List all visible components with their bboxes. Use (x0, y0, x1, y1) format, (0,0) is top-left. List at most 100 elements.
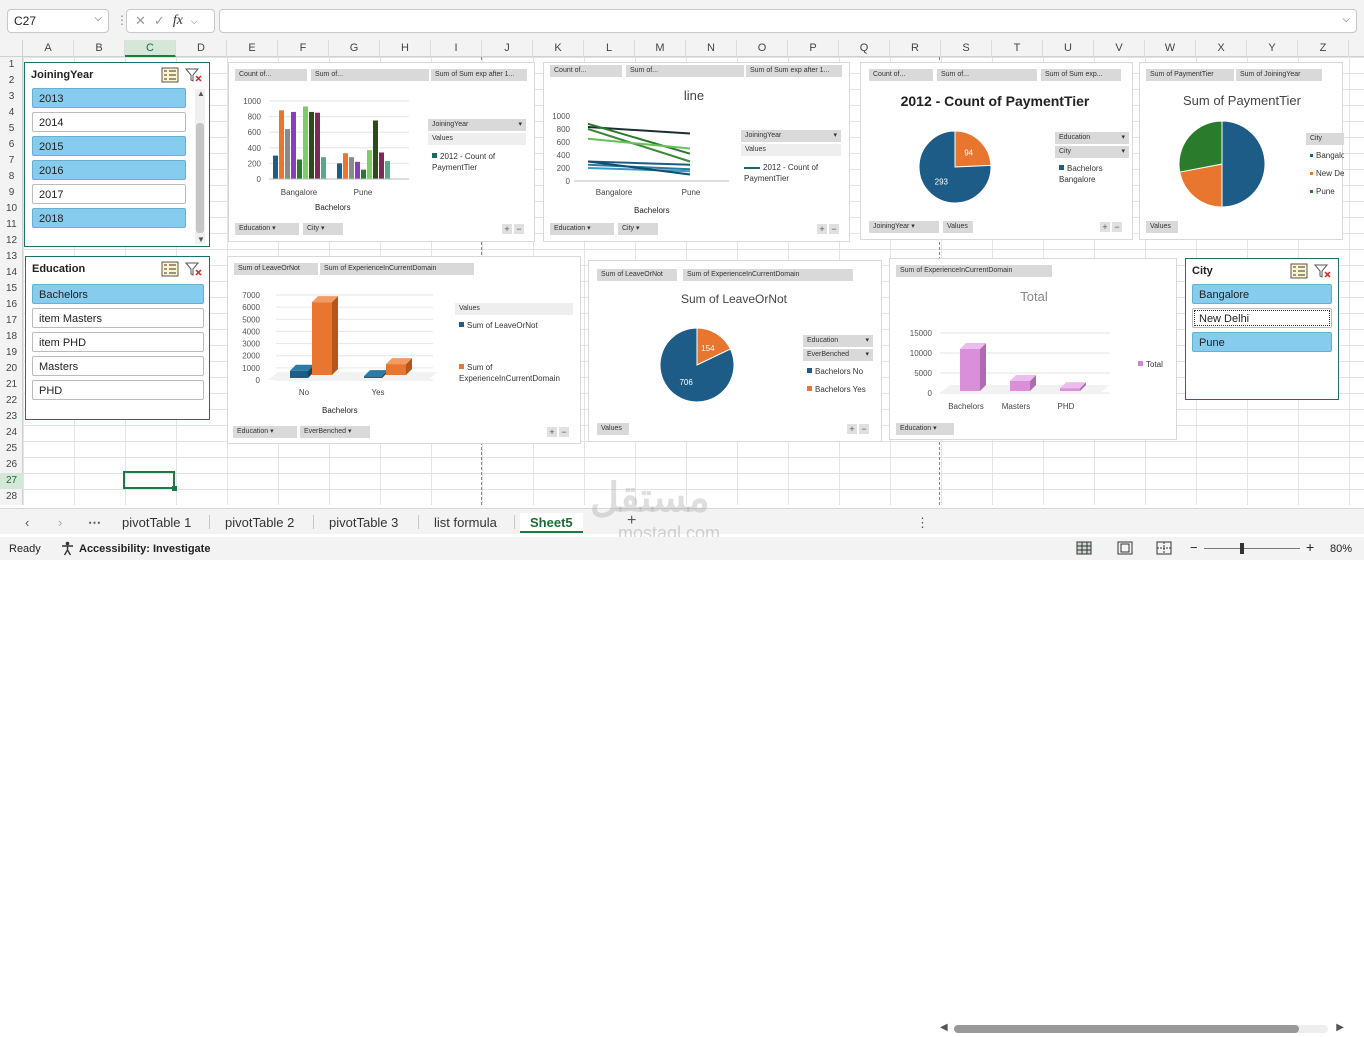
filter-dropdown-icon[interactable]: ▾ (270, 225, 276, 232)
slicer-joining-year[interactable]: JoiningYear 2013 2014 2015 2016 2017 2018 ▲ ▼ (24, 62, 210, 247)
values-button[interactable]: Values (741, 144, 841, 156)
values-button[interactable]: Values (943, 221, 973, 233)
page-layout-icon[interactable] (1117, 541, 1133, 555)
legend-field-button[interactable]: EverBenched ▾ (803, 349, 873, 361)
active-cell[interactable] (123, 471, 177, 491)
row-header[interactable]: 27 (0, 473, 23, 489)
column-header[interactable]: B (74, 40, 125, 57)
row-header[interactable]: 12 (0, 233, 23, 249)
axis-field-button[interactable]: City ▾ (303, 223, 343, 235)
zoom-level[interactable]: 80% (1330, 543, 1352, 555)
axis-field-button[interactable]: Education ▾ (233, 426, 297, 438)
column-header[interactable]: H (380, 40, 431, 57)
slicer-item[interactable]: 2015 (32, 136, 186, 156)
legend-field-button[interactable]: City ▾ (1055, 146, 1129, 158)
row-header[interactable]: 17 (0, 313, 23, 329)
zoom-in-icon[interactable]: + (1306, 539, 1314, 555)
axis-field-button[interactable]: City ▾ (618, 223, 658, 235)
legend-field-button[interactable]: Education ▾ (1055, 132, 1129, 144)
slicer-item[interactable]: 2013 (32, 88, 186, 108)
name-box[interactable]: C27 ⌵ (7, 9, 109, 33)
slicer-item[interactable]: 2014 (32, 112, 186, 132)
row-header[interactable]: 5 (0, 121, 23, 137)
more-sheets-icon[interactable]: ⋯ (88, 515, 101, 531)
multi-select-icon[interactable] (1290, 263, 1308, 279)
row-header[interactable]: 16 (0, 297, 23, 313)
column-header[interactable]: R (890, 40, 941, 57)
row-header[interactable]: 20 (0, 361, 23, 377)
axis-field-button[interactable]: Education ▾ (550, 223, 614, 235)
expand-icon[interactable]: + (1100, 222, 1110, 232)
slicer-item[interactable]: Bachelors (32, 284, 204, 304)
row-header[interactable]: 23 (0, 409, 23, 425)
field-button[interactable]: Count of... (550, 65, 622, 77)
column-header[interactable]: U (1043, 40, 1094, 57)
axis-field-button[interactable]: JoiningYear ▾ (869, 221, 939, 233)
axis-field-button[interactable]: EverBenched ▾ (300, 426, 370, 438)
sheet-tab[interactable]: pivotTable 3 (319, 513, 408, 533)
multi-select-icon[interactable] (161, 261, 179, 277)
legend-field-button[interactable]: Values (455, 303, 573, 315)
column-header[interactable]: K (533, 40, 584, 57)
sheet-tab[interactable]: pivotTable 2 (215, 513, 304, 533)
field-button[interactable]: Sum of ExperienceInCurrentDomain (683, 269, 853, 281)
field-button[interactable]: Sum of LeaveOrNot (597, 269, 677, 281)
zoom-out-icon[interactable]: − (1190, 540, 1198, 555)
scroll-up-icon[interactable]: ▲ (197, 89, 205, 98)
row-header[interactable]: 7 (0, 153, 23, 169)
column-header[interactable]: X (1196, 40, 1247, 57)
zoom-slider[interactable] (1204, 548, 1300, 549)
clear-filter-icon[interactable] (185, 261, 203, 277)
select-all-button[interactable] (0, 40, 23, 57)
expand-icon[interactable]: + (817, 224, 827, 234)
insert-function-icon[interactable]: fx (173, 13, 183, 29)
row-header[interactable]: 14 (0, 265, 23, 281)
row-header[interactable]: 21 (0, 377, 23, 393)
accessibility-icon[interactable] (60, 541, 75, 556)
row-header[interactable]: 15 (0, 281, 23, 297)
row-header[interactable]: 26 (0, 457, 23, 473)
column-header[interactable]: V (1094, 40, 1145, 57)
enter-icon[interactable]: ✓ (154, 13, 165, 29)
multi-select-icon[interactable] (161, 67, 179, 83)
expand-icon[interactable]: + (847, 424, 857, 434)
row-header[interactable]: 25 (0, 441, 23, 457)
column-header[interactable]: W (1145, 40, 1196, 57)
column-header[interactable]: M (635, 40, 686, 57)
slicer-city[interactable]: City Bangalore New Delhi Pune (1185, 258, 1339, 400)
field-button[interactable]: Sum of... (937, 69, 1037, 81)
cancel-icon[interactable]: ✕ (135, 13, 146, 29)
slicer-item[interactable]: Bangalore (1192, 284, 1332, 304)
row-header[interactable]: 2 (0, 73, 23, 89)
column-header[interactable]: I (431, 40, 482, 57)
slicer-item[interactable]: New Delhi (1192, 308, 1332, 328)
row-header[interactable]: 18 (0, 329, 23, 345)
row-header[interactable]: 8 (0, 169, 23, 185)
normal-view-icon[interactable] (1076, 541, 1092, 555)
row-header[interactable]: 1 (0, 57, 23, 73)
column-header[interactable]: J (482, 40, 533, 57)
row-header[interactable]: 24 (0, 425, 23, 441)
values-button[interactable]: Values (597, 423, 629, 435)
row-header[interactable]: 22 (0, 393, 23, 409)
field-button[interactable]: Sum of Sum exp after 1... (431, 69, 527, 81)
column-header[interactable]: Q (839, 40, 890, 57)
column-header[interactable]: O (737, 40, 788, 57)
legend-field-button[interactable]: JoiningYear ▾ (741, 130, 841, 142)
formula-input[interactable]: ⌵ (219, 9, 1357, 33)
filter-dropdown-icon[interactable]: ▾ (1121, 146, 1125, 158)
filter-dropdown-icon[interactable]: ▾ (865, 349, 869, 361)
chart-3d-column[interactable]: Sum of LeaveOrNot Sum of ExperienceInCur… (227, 256, 581, 444)
scrollbar-thumb[interactable] (954, 1025, 1299, 1033)
column-header[interactable]: S (941, 40, 992, 57)
chart-pie-payment[interactable]: Sum of PaymentTier Sum of JoiningYear Su… (1139, 62, 1344, 240)
slicer-item[interactable]: 2018 (32, 208, 186, 228)
column-header[interactable]: Y (1247, 40, 1298, 57)
collapse-icon[interactable]: − (559, 427, 569, 437)
row-header[interactable]: 19 (0, 345, 23, 361)
horizontal-scrollbar[interactable]: ◀ ▶ (940, 1021, 1344, 1037)
clear-filter-icon[interactable] (1314, 263, 1332, 279)
filter-dropdown-icon[interactable]: ▾ (833, 130, 837, 142)
chart-pie-leave[interactable]: Sum of LeaveOrNot Sum of ExperienceInCur… (588, 260, 882, 442)
chart-pie-count[interactable]: Count of... Sum of... Sum of Sum exp... … (860, 62, 1133, 240)
